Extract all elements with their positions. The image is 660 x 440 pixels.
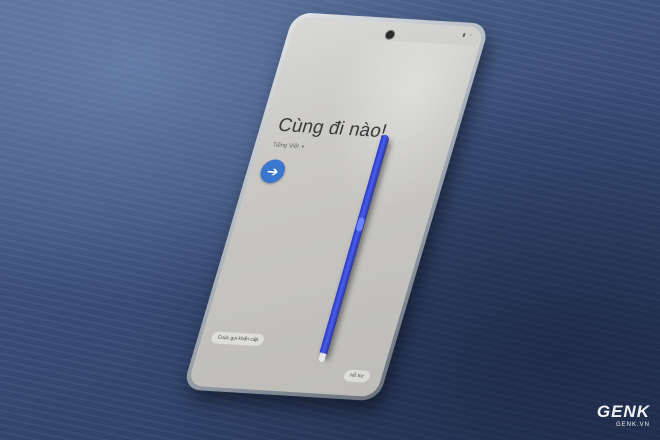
watermark: GENK GENK.VN — [597, 402, 650, 428]
status-bar-icons: ▮ ◔ — [461, 32, 474, 39]
phone: ▮ ◔ Cùng đi nào! Tiếng Việt▾ ➔ Cuộc gọi … — [182, 12, 490, 402]
front-camera-icon — [383, 29, 397, 41]
watermark-url: GENK.VN — [615, 422, 650, 428]
phone-screen: ▮ ◔ Cùng đi nào! Tiếng Việt▾ ➔ Cuộc gọi … — [187, 16, 485, 398]
support-button[interactable]: Hỗ trợ — [342, 369, 372, 383]
next-button[interactable]: ➔ — [257, 158, 289, 184]
language-selector[interactable]: Tiếng Việt▾ — [272, 142, 305, 150]
chevron-down-icon: ▾ — [300, 144, 305, 151]
arrow-right-icon: ➔ — [264, 163, 281, 180]
emergency-call-button[interactable]: Cuộc gọi khẩn cấp — [209, 331, 266, 347]
language-label: Tiếng Việt — [271, 142, 300, 150]
watermark-brand: GENK — [596, 402, 650, 421]
